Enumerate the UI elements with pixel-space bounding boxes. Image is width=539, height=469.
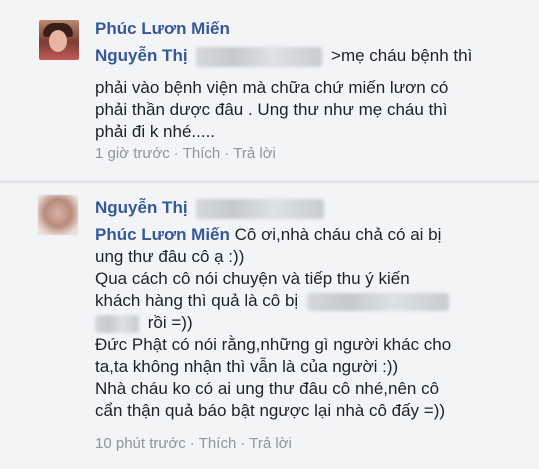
comment-line: ta,ta không nhận thì vẫn là của người :)… <box>95 357 399 376</box>
comment-line: Đức Phật có nói rằng,những gì người khác… <box>95 335 452 354</box>
comment-author[interactable]: Nguyễn Thị <box>95 198 325 219</box>
comment-meta: 10 phút trước · Thích · Trả lời <box>95 435 292 452</box>
mention-tag[interactable]: Nguyễn Thị <box>95 46 188 65</box>
avatar[interactable] <box>38 195 78 235</box>
comment-line-part: rồi =)) <box>147 313 193 332</box>
comment-text-start: Cô ơi,nhà cháu chả có ai bị <box>234 225 442 244</box>
comment-timestamp[interactable]: 1 giờ trước <box>95 145 170 162</box>
avatar-face <box>49 30 67 52</box>
comment-timestamp[interactable]: 10 phút trước <box>95 435 186 452</box>
comment-line: ung thư đâu cô ạ :)) <box>95 247 245 266</box>
meta-separator: · <box>224 145 230 162</box>
like-button[interactable]: Thích <box>199 435 237 452</box>
meta-separator: · <box>173 145 179 162</box>
reply-button[interactable]: Trả lời <box>249 435 292 452</box>
comment-text-start: >mẹ cháu bệnh thì <box>331 46 473 65</box>
meta-separator: · <box>240 435 246 452</box>
comment-line: cẩn thận quả báo bật ngược lại nhà cô đấ… <box>95 401 446 420</box>
comment-first-line: Phúc Lươn Miến Cô ơi,nhà cháu chả có ai … <box>95 224 441 245</box>
comment-author[interactable]: Phúc Lươn Miến <box>95 19 230 39</box>
comment-line-with-redaction: khách hàng thì quả là cô bị <box>95 290 525 312</box>
comment-meta: 1 giờ trước · Thích · Trả lời <box>95 145 276 162</box>
comment-line: phải vào bệnh viện mà chữa chứ miến lươn… <box>95 78 449 97</box>
redacted-text <box>306 292 449 311</box>
like-button[interactable]: Thích <box>183 145 221 162</box>
comment-1: Phúc Lươn Miến Nguyễn Thị >mẹ cháu bệnh … <box>0 0 539 180</box>
avatar[interactable] <box>39 20 79 60</box>
comment-line: Qua cách cô nói chuyện và tiếp thu ý kiế… <box>95 269 410 288</box>
comment-line: Nhà cháu ko có ai ung thư đâu cô nhé,nên… <box>95 379 440 398</box>
redacted-name <box>196 46 323 67</box>
comment-line: phải thần dược đâu . Ung thư như mẹ cháu… <box>95 100 448 119</box>
comment-line-with-redaction: rồi =)) <box>95 312 525 334</box>
comment-line-part: khách hàng thì quả là cô bị <box>95 291 299 310</box>
comment-2: Nguyễn Thị Phúc Lươn Miến Cô ơi,nhà cháu… <box>0 183 539 469</box>
redacted-text <box>95 314 139 333</box>
reply-button[interactable]: Trả lời <box>233 145 276 162</box>
comment-body: phải vào bệnh viện mà chữa chứ miến lươn… <box>95 77 525 143</box>
meta-separator: · <box>189 435 195 452</box>
comment-body: ung thư đâu cô ạ :)) Qua cách cô nói chu… <box>95 246 525 422</box>
comment-first-line: Nguyễn Thị >mẹ cháu bệnh thì <box>95 45 472 67</box>
comment-line: phải đi k nhé..... <box>95 122 216 141</box>
comment-author-name: Nguyễn Thị <box>95 198 188 217</box>
redacted-name <box>196 198 325 219</box>
mention-tag[interactable]: Phúc Lươn Miến <box>95 225 230 244</box>
